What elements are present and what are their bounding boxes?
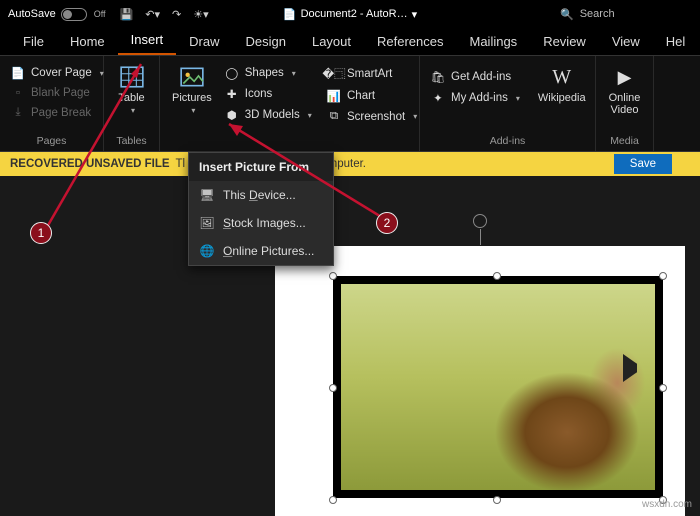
online-icon: 🌐 — [199, 244, 215, 258]
table-icon — [117, 64, 147, 90]
save-button[interactable]: Save — [614, 154, 672, 174]
resize-handle[interactable] — [659, 384, 667, 392]
search-box[interactable]: 🔍 Search — [560, 8, 615, 21]
group-addins-label: Add-ins — [428, 133, 587, 149]
wikipedia-icon: W — [547, 64, 577, 90]
dropdown-online-pictures[interactable]: 🌐Online Pictures... — [189, 237, 333, 265]
dropdown-stock-images[interactable]: 🖼Stock Images... — [189, 209, 333, 237]
resize-handle[interactable] — [329, 384, 337, 392]
page-break-button[interactable]: ⤓Page Break — [8, 104, 106, 121]
3d-models-button[interactable]: ⬢3D Models — [222, 106, 314, 124]
tab-mailings[interactable]: Mailings — [457, 29, 531, 55]
pictures-dropdown: Insert Picture From 🖥This Device... 🖼Sto… — [188, 152, 334, 266]
autosave-state: Off — [94, 9, 106, 19]
brightness-icon[interactable]: ☀▾ — [193, 8, 208, 21]
shapes-button[interactable]: ◯Shapes — [222, 64, 314, 82]
tab-home[interactable]: Home — [57, 29, 118, 55]
autosave-label: AutoSave — [8, 8, 56, 20]
blank-page-button[interactable]: ▫Blank Page — [8, 85, 106, 101]
tab-review[interactable]: Review — [530, 29, 599, 55]
tab-view[interactable]: View — [599, 29, 653, 55]
document-title: 📄Document2 - AutoR…▾ — [283, 8, 417, 21]
wikipedia-button[interactable]: W Wikipedia — [534, 60, 590, 108]
save-icon[interactable]: 💾 — [120, 8, 134, 21]
ribbon: 📄Cover Page ▫Blank Page ⤓Page Break Page… — [0, 56, 700, 152]
device-icon: 🖥 — [199, 188, 215, 202]
search-icon: 🔍 — [560, 8, 574, 21]
smartart-button[interactable]: �⿹SmartArt — [324, 64, 419, 84]
toggle-switch[interactable] — [61, 8, 87, 21]
video-icon: ▶ — [610, 64, 640, 90]
pictures-icon — [177, 64, 207, 90]
icons-button[interactable]: ✚Icons — [222, 85, 314, 103]
resize-handle[interactable] — [329, 496, 337, 504]
tab-layout[interactable]: Layout — [299, 29, 364, 55]
watermark: wsxdn.com — [642, 499, 692, 510]
online-video-button[interactable]: ▶ Online Video — [604, 60, 645, 120]
my-addins-button[interactable]: ✦My Add-ins — [428, 89, 522, 107]
stock-icon: 🖼 — [199, 216, 215, 230]
dropdown-header: Insert Picture From — [189, 153, 333, 181]
autosave-toggle[interactable]: AutoSave Off — [8, 8, 106, 21]
document-canvas[interactable] — [0, 176, 700, 516]
pictures-button[interactable]: Pictures — [168, 60, 216, 119]
annotation-badge-1: 1 — [30, 222, 52, 244]
title-bar: AutoSave Off 💾 ↶▾ ↷ ☀▾ 📄Document2 - Auto… — [0, 0, 700, 28]
tab-help[interactable]: Hel — [653, 29, 699, 55]
recovered-file-bar: RECOVERED UNSAVED FILE Tl mporarily stor… — [0, 152, 700, 176]
group-tables-label: Tables — [112, 133, 151, 149]
resize-handle[interactable] — [329, 272, 337, 280]
get-addins-button[interactable]: 🛍Get Add-ins — [428, 68, 522, 86]
tab-design[interactable]: Design — [233, 29, 299, 55]
table-button[interactable]: Table — [113, 60, 151, 119]
annotation-badge-2: 2 — [376, 212, 398, 234]
rotate-handle[interactable] — [473, 214, 487, 228]
resize-handle[interactable] — [659, 272, 667, 280]
redo-icon[interactable]: ↷ — [172, 8, 181, 21]
dropdown-this-device[interactable]: 🖥This Device... — [189, 181, 333, 209]
screenshot-button[interactable]: ⧉Screenshot — [324, 108, 419, 125]
group-media-label: Media — [604, 133, 645, 149]
resize-handle[interactable] — [493, 272, 501, 280]
tab-references[interactable]: References — [364, 29, 456, 55]
undo-icon[interactable]: ↶▾ — [145, 8, 160, 21]
tab-draw[interactable]: Draw — [176, 29, 232, 55]
tab-insert[interactable]: Insert — [118, 27, 177, 55]
resize-handle[interactable] — [493, 496, 501, 504]
tab-file[interactable]: File — [10, 29, 57, 55]
page — [275, 246, 685, 516]
image-content — [341, 284, 655, 490]
ribbon-tabs: File Home Insert Draw Design Layout Refe… — [0, 28, 700, 56]
selected-image[interactable] — [333, 276, 663, 498]
group-pages-label: Pages — [8, 133, 95, 149]
msgbar-prefix: RECOVERED UNSAVED FILE — [10, 158, 170, 170]
chart-button[interactable]: 📊Chart — [324, 87, 419, 105]
cover-page-button[interactable]: 📄Cover Page — [8, 64, 106, 82]
search-placeholder: Search — [580, 8, 615, 20]
